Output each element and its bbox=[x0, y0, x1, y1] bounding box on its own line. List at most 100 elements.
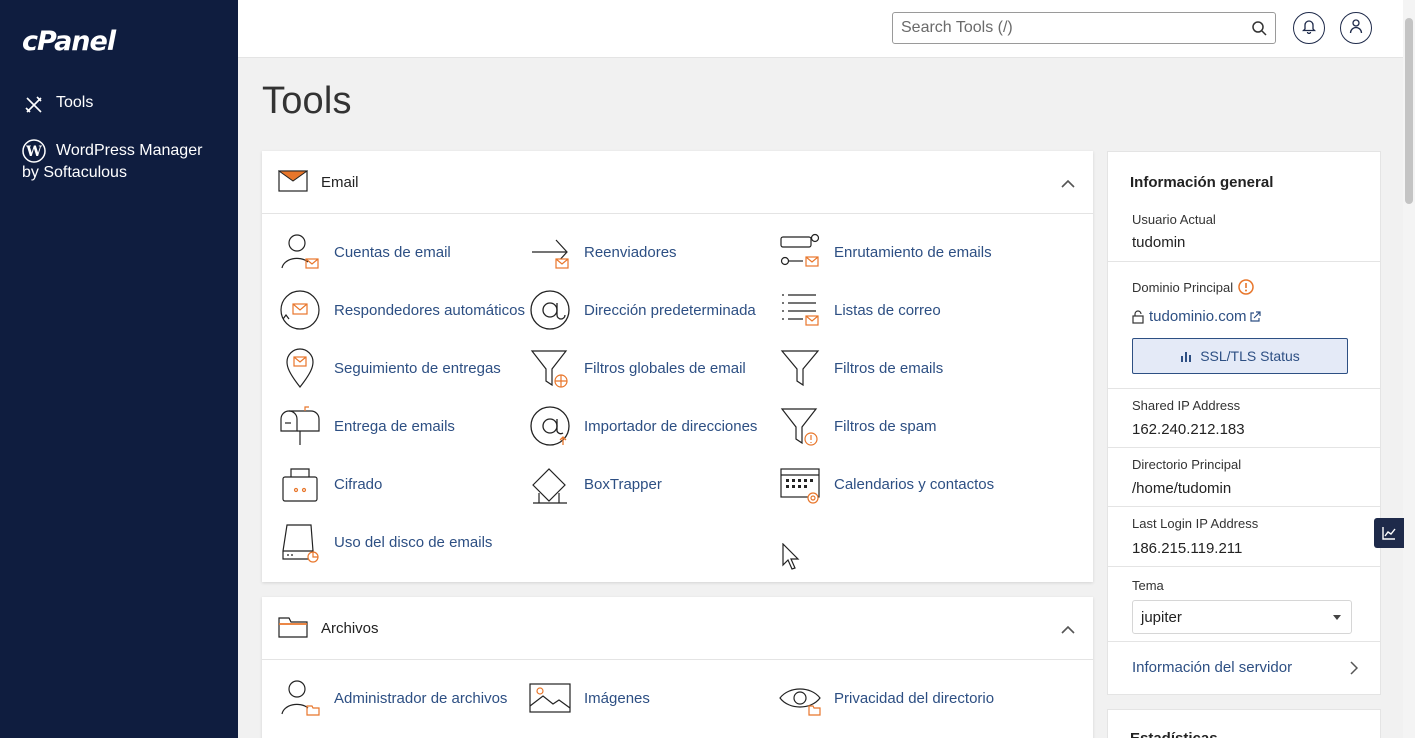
tool-privacidad-del-directorio[interactable]: Privacidad del directorio bbox=[778, 676, 994, 720]
tool-label: Entrega de emails bbox=[334, 417, 455, 435]
forward-arrow-icon bbox=[528, 230, 572, 274]
email-panel-header[interactable]: Email bbox=[262, 151, 1093, 214]
analytics-side-tab[interactable] bbox=[1374, 518, 1404, 548]
tool-label: Seguimiento de entregas bbox=[334, 359, 501, 377]
tool-uso-del-disco-de-emails[interactable]: Uso del disco de emails bbox=[278, 520, 492, 564]
folder-icon bbox=[278, 616, 308, 640]
user-folder-icon bbox=[278, 676, 322, 720]
tool-enrutamiento-de-emails[interactable]: Enrutamiento de emails bbox=[778, 230, 992, 274]
global-filter-icon bbox=[528, 346, 572, 390]
server-info-label: Información del servidor bbox=[1132, 659, 1293, 676]
sidebar: cPanel Tools W WordPress Manager by Soft… bbox=[0, 0, 238, 738]
ssl-tls-status-button[interactable]: SSL/TLS Status bbox=[1132, 338, 1348, 374]
server-info-link[interactable]: Información del servidor bbox=[1132, 659, 1358, 676]
panel-title: Email bbox=[321, 173, 359, 191]
tool-reenviadores[interactable]: Reenviadores bbox=[528, 230, 677, 274]
mailbox-icon bbox=[278, 404, 322, 448]
page-title: Tools bbox=[262, 80, 352, 122]
spam-filter-icon bbox=[778, 404, 822, 448]
theme-label: Tema bbox=[1132, 578, 1164, 593]
files-panel-header[interactable]: Archivos bbox=[262, 597, 1093, 660]
panel-title: Archivos bbox=[321, 619, 379, 637]
tool-seguimiento-de-entregas[interactable]: Seguimiento de entregas bbox=[278, 346, 501, 390]
chevron-up-icon[interactable] bbox=[1061, 621, 1075, 639]
home-dir-label: Directorio Principal bbox=[1132, 457, 1242, 472]
chart-line-icon bbox=[1382, 526, 1396, 540]
divider bbox=[1108, 447, 1380, 448]
tool-label: Privacidad del directorio bbox=[834, 689, 995, 707]
chevron-up-icon[interactable] bbox=[1061, 175, 1075, 193]
tool-label: Cuentas de email bbox=[334, 243, 451, 261]
routing-icon bbox=[778, 230, 822, 274]
wordpress-icon: W bbox=[22, 139, 46, 163]
user-mail-icon bbox=[278, 230, 322, 274]
tool-direccion-predeterminada[interactable]: Dirección predeterminada bbox=[528, 288, 756, 332]
cpanel-logo[interactable]: cPanel bbox=[22, 26, 116, 57]
tool-filtros-de-spam[interactable]: Filtros de spam bbox=[778, 404, 937, 448]
warning-icon[interactable] bbox=[1238, 279, 1254, 295]
search-box bbox=[892, 12, 1276, 44]
tool-listas-de-correo[interactable]: Listas de correo bbox=[778, 288, 941, 332]
current-user-label: Usuario Actual bbox=[1132, 212, 1216, 227]
tool-calendarios-y-contactos[interactable]: Calendarios y contactos bbox=[778, 462, 994, 506]
theme-select[interactable]: jupiter bbox=[1132, 600, 1352, 634]
tool-filtros-de-emails[interactable]: Filtros de emails bbox=[778, 346, 943, 390]
tool-label: Imágenes bbox=[584, 689, 650, 707]
main-domain-link[interactable]: tudominio.com bbox=[1132, 308, 1261, 325]
bar-chart-icon bbox=[1180, 350, 1192, 362]
tool-importador-de-direcciones[interactable]: Importador de direcciones bbox=[528, 404, 757, 448]
tool-label: Cifrado bbox=[334, 475, 383, 493]
sidebar-item-wordpress[interactable]: W WordPress Manager by Softaculous bbox=[22, 139, 222, 184]
user-icon bbox=[1349, 18, 1363, 39]
tool-respondedores-automaticos[interactable]: Respondedores automáticos bbox=[278, 288, 525, 332]
tool-label: Filtros de spam bbox=[834, 417, 937, 435]
tool-cuentas-de-email[interactable]: Cuentas de email bbox=[278, 230, 451, 274]
tool-label: Enrutamiento de emails bbox=[834, 243, 992, 261]
tool-entrega-de-emails[interactable]: Entrega de emails bbox=[278, 404, 455, 448]
home-dir-value: /home/tudomin bbox=[1132, 480, 1232, 497]
scrollbar-thumb[interactable] bbox=[1405, 18, 1413, 204]
notifications-button[interactable] bbox=[1293, 12, 1325, 44]
chevron-right-icon bbox=[1350, 660, 1358, 675]
ssl-tls-status-label: SSL/TLS Status bbox=[1200, 348, 1300, 364]
tool-label: Filtros globales de email bbox=[584, 359, 746, 377]
divider bbox=[1108, 566, 1380, 567]
caret-down-icon bbox=[1333, 615, 1341, 620]
tool-boxtrapper[interactable]: BoxTrapper bbox=[528, 462, 662, 506]
svg-text:W: W bbox=[25, 144, 42, 160]
sidebar-item-tools[interactable]: Tools bbox=[22, 94, 93, 116]
tool-cifrado[interactable]: Cifrado bbox=[278, 462, 382, 506]
unlock-icon bbox=[1132, 309, 1144, 324]
last-login-ip-label: Last Login IP Address bbox=[1132, 516, 1259, 531]
divider bbox=[1108, 388, 1380, 389]
divider bbox=[1108, 261, 1380, 262]
at-sign-icon bbox=[528, 288, 572, 332]
external-link-icon bbox=[1249, 310, 1261, 323]
tool-label: Uso del disco de emails bbox=[334, 533, 493, 551]
filter-icon bbox=[778, 346, 822, 390]
divider bbox=[1108, 506, 1380, 507]
mouse-cursor-icon bbox=[782, 542, 802, 576]
main-domain-row: Dominio Principal bbox=[1132, 279, 1254, 295]
general-info-panel: Información general Usuario Actual tudom… bbox=[1107, 151, 1381, 695]
tool-administrador-de-archivos[interactable]: Administrador de archivos bbox=[278, 676, 507, 720]
user-menu-button[interactable] bbox=[1340, 12, 1372, 44]
envelope-icon bbox=[277, 170, 309, 194]
current-user-value: tudomin bbox=[1132, 234, 1186, 251]
lock-box-icon bbox=[278, 462, 322, 506]
email-panel: Email Cuentas de email Reenviadores Enru… bbox=[262, 151, 1093, 582]
tool-label: Filtros de emails bbox=[834, 359, 944, 377]
search-input[interactable] bbox=[893, 13, 1233, 43]
info-title: Información general bbox=[1130, 174, 1274, 191]
tool-label: Administrador de archivos bbox=[334, 689, 508, 707]
tool-filtros-globales-de-email[interactable]: Filtros globales de email bbox=[528, 346, 746, 390]
tool-imagenes[interactable]: Imágenes bbox=[528, 676, 650, 720]
calendar-icon bbox=[778, 462, 822, 506]
tool-label: Reenviadores bbox=[584, 243, 677, 261]
search-icon[interactable] bbox=[1251, 20, 1267, 41]
bell-icon bbox=[1301, 18, 1317, 39]
tool-label: Importador de direcciones bbox=[584, 417, 758, 435]
at-import-icon bbox=[528, 404, 572, 448]
tool-label: Respondedores automáticos bbox=[334, 301, 525, 319]
tool-label: Calendarios y contactos bbox=[834, 475, 995, 493]
